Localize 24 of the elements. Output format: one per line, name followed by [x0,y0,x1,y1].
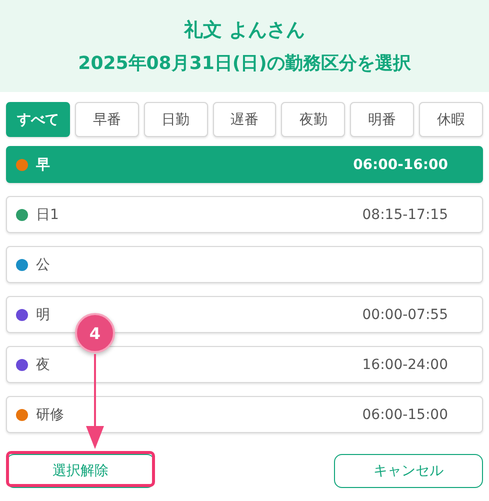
dialog-title: 2025年08月31日(日)の勤務区分を選択 [78,52,411,75]
shift-name: 公 [36,256,50,274]
shift-time: 00:00-07:55 [362,306,448,322]
filter-tab[interactable]: 夜勤 [281,102,346,137]
shift-option[interactable]: 日1 08:15-17:15 [6,196,483,233]
staff-name: 礼文 よんさん [184,18,305,43]
filter-tab[interactable]: 休暇 [419,102,484,137]
shift-time: 06:00-16:00 [353,156,448,172]
shift-time: 16:00-24:00 [362,356,448,372]
shift-name: 研修 [36,406,64,424]
shift-option[interactable]: 夜 16:00-24:00 [6,346,483,383]
step-badge: 4 [75,313,115,353]
shift-name: 早 [36,156,50,174]
filter-tab[interactable]: 明番 [350,102,414,137]
filter-tab[interactable]: 早番 [74,102,139,137]
shift-time: 06:00-15:00 [362,406,448,422]
shift-name: 夜 [36,356,50,374]
filter-tab[interactable]: 遅番 [212,102,276,137]
shift-name: 日1 [36,206,59,224]
filter-tab[interactable]: 日勤 [144,102,208,137]
shift-name: 明 [36,306,50,324]
shift-option[interactable]: 公 [6,246,483,283]
shift-time: 08:15-17:15 [362,206,448,222]
shift-option[interactable]: 研修 06:00-15:00 [6,396,483,433]
